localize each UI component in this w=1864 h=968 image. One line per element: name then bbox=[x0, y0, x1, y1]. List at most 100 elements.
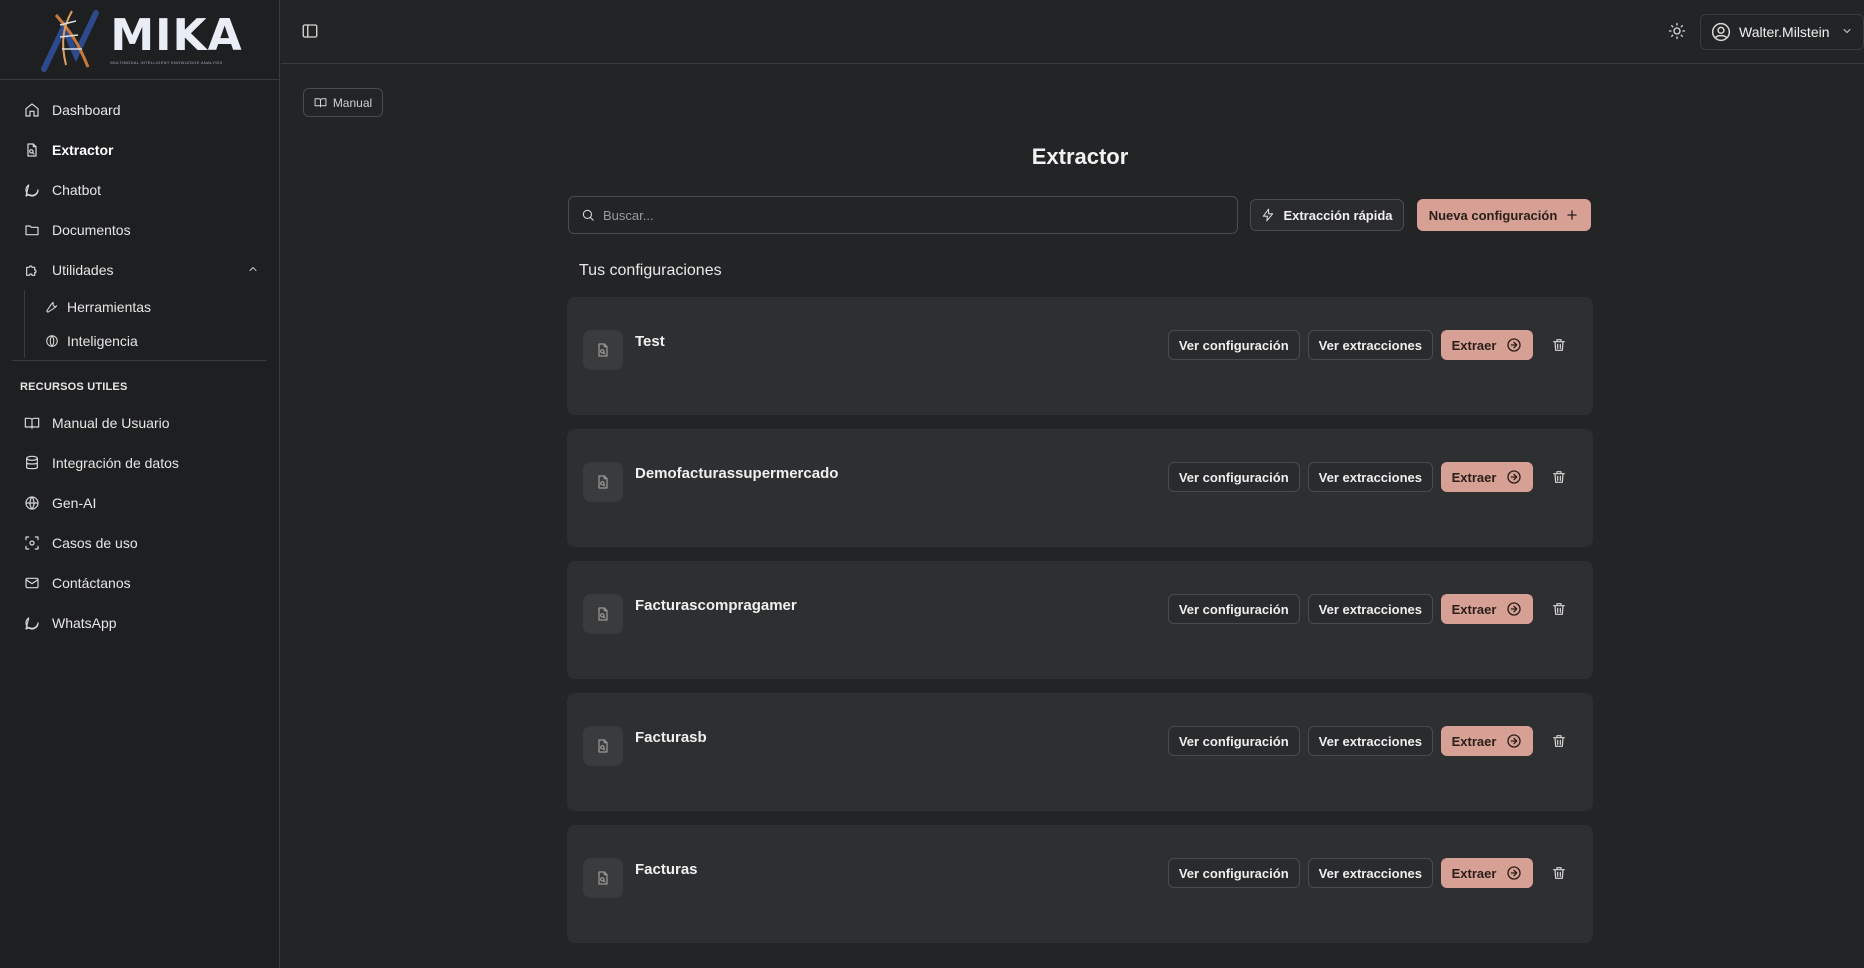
chevron-down-icon bbox=[1841, 24, 1853, 40]
manual-button[interactable]: Manual bbox=[303, 88, 383, 117]
whatsapp-icon bbox=[24, 615, 40, 631]
sidebar-item-manual-de-usuario[interactable]: Manual de Usuario bbox=[0, 403, 279, 443]
configs-section-title: Tus configuraciones bbox=[579, 262, 722, 279]
extract-button[interactable]: Extraer bbox=[1441, 462, 1533, 492]
sidebar-item-dashboard[interactable]: Dashboard bbox=[0, 90, 279, 130]
sidebar-item-documentos[interactable]: Documentos bbox=[0, 210, 279, 250]
file-icon bbox=[583, 726, 623, 766]
sidebar-item-whatsapp[interactable]: WhatsApp bbox=[0, 603, 279, 643]
extract-label: Extraer bbox=[1451, 337, 1497, 353]
config-card: Facturascompragamer Ver configuración Ve… bbox=[567, 561, 1593, 679]
trash-icon bbox=[1553, 339, 1565, 351]
view-config-button[interactable]: Ver configuración bbox=[1167, 858, 1300, 888]
sidebar-item-inteligencia[interactable]: Inteligencia bbox=[45, 324, 279, 358]
config-list: Test Ver configuración Ver extracciones … bbox=[567, 297, 1593, 957]
config-name: Facturascompragamer bbox=[635, 597, 797, 614]
manual-label: Manual bbox=[332, 95, 373, 110]
arrow-right-circle-icon bbox=[1507, 734, 1522, 748]
sidebar-nav: Dashboard Extractor Chatbot Documentos U… bbox=[0, 80, 279, 643]
page-title: Extractor bbox=[1031, 144, 1129, 169]
sidebar-item-label: Documentos bbox=[52, 222, 131, 238]
sidebar-item-contactanos[interactable]: Contáctanos bbox=[0, 563, 279, 603]
globe-icon bbox=[45, 334, 59, 348]
view-config-button[interactable]: Ver configuración bbox=[1167, 594, 1300, 624]
search-input[interactable] bbox=[603, 207, 1203, 223]
sidebar-item-label: Contáctanos bbox=[52, 575, 131, 591]
config-name: Test bbox=[635, 333, 665, 350]
sidebar-item-label: Herramientas bbox=[67, 299, 152, 315]
config-actions: Ver configuración Ver extracciones Extra… bbox=[1167, 462, 1571, 492]
sidebar-item-label: Casos de uso bbox=[52, 535, 138, 551]
delete-button[interactable] bbox=[1547, 597, 1571, 621]
view-config-button[interactable]: Ver configuración bbox=[1167, 726, 1300, 756]
user-menu-button[interactable]: Walter.Milstein bbox=[1700, 14, 1864, 50]
plus-icon bbox=[1567, 210, 1578, 220]
extract-label: Extraer bbox=[1451, 469, 1497, 485]
config-actions: Ver configuración Ver extracciones Extra… bbox=[1167, 858, 1571, 888]
sidebar-item-chatbot[interactable]: Chatbot bbox=[0, 170, 279, 210]
file-icon bbox=[583, 330, 623, 370]
book-open-icon bbox=[314, 98, 327, 108]
chevron-up-icon[interactable] bbox=[247, 262, 259, 278]
delete-button[interactable] bbox=[1547, 861, 1571, 885]
sidebar-item-label: Dashboard bbox=[52, 102, 121, 118]
logo-text: MIKA bbox=[110, 10, 243, 61]
folder-icon bbox=[24, 222, 40, 238]
delete-button[interactable] bbox=[1547, 465, 1571, 489]
sidebar-item-label: Manual de Usuario bbox=[52, 415, 170, 431]
home-icon bbox=[24, 102, 40, 118]
sidebar-item-extractor[interactable]: Extractor bbox=[0, 130, 279, 170]
quick-extract-button[interactable]: Extracción rápida bbox=[1250, 199, 1404, 231]
view-extractions-button[interactable]: Ver extracciones bbox=[1307, 594, 1433, 624]
trash-icon bbox=[1553, 735, 1565, 747]
lightning-icon bbox=[1263, 208, 1274, 222]
new-config-button[interactable]: Nueva configuración bbox=[1417, 199, 1591, 231]
sidebar-item-casos-de-uso[interactable]: Casos de uso bbox=[0, 523, 279, 563]
sidebar: MIKA MULTIMODAL INTELLIGENT KNOWLEDGE AN… bbox=[0, 0, 280, 968]
view-extractions-button[interactable]: Ver extracciones bbox=[1307, 462, 1433, 492]
sidebar-item-label: Utilidades bbox=[52, 262, 114, 278]
config-name: Facturasb bbox=[635, 729, 707, 746]
delete-button[interactable] bbox=[1547, 333, 1571, 357]
view-config-button[interactable]: Ver configuración bbox=[1167, 330, 1300, 360]
view-extractions-button[interactable]: Ver extracciones bbox=[1307, 330, 1433, 360]
trash-icon bbox=[1553, 867, 1565, 879]
extract-button[interactable]: Extraer bbox=[1441, 858, 1533, 888]
search-box bbox=[568, 196, 1238, 234]
extract-label: Extraer bbox=[1451, 733, 1497, 749]
new-config-label: Nueva configuración bbox=[1428, 207, 1558, 223]
view-extractions-button[interactable]: Ver extracciones bbox=[1307, 858, 1433, 888]
logo[interactable]: MIKA MULTIMODAL INTELLIGENT KNOWLEDGE AN… bbox=[36, 7, 242, 73]
topbar: Walter.Milstein bbox=[281, 0, 1864, 64]
extract-button[interactable]: Extraer bbox=[1441, 330, 1533, 360]
sidebar-item-utilidades[interactable]: Utilidades bbox=[0, 250, 279, 290]
sun-icon bbox=[1668, 22, 1686, 40]
sidebar-item-herramientas[interactable]: Herramientas bbox=[45, 290, 279, 324]
mail-icon bbox=[24, 575, 40, 591]
logo-subtitle: MULTIMODAL INTELLIGENT KNOWLEDGE ANALYSI… bbox=[110, 60, 223, 65]
extract-label: Extraer bbox=[1451, 601, 1497, 617]
logo-area: MIKA MULTIMODAL INTELLIGENT KNOWLEDGE AN… bbox=[0, 0, 279, 80]
sidebar-item-integracion-de-datos[interactable]: Integración de datos bbox=[0, 443, 279, 483]
view-extractions-button[interactable]: Ver extracciones bbox=[1307, 726, 1433, 756]
sidebar-item-label: Integración de datos bbox=[52, 455, 179, 471]
sidebar-item-gen-ai[interactable]: Gen-AI bbox=[0, 483, 279, 523]
trash-icon bbox=[1553, 471, 1565, 483]
database-icon bbox=[24, 455, 40, 471]
sidebar-item-label: Inteligencia bbox=[67, 333, 138, 349]
sidebar-toggle-button[interactable] bbox=[301, 22, 321, 42]
extract-button[interactable]: Extraer bbox=[1441, 726, 1533, 756]
puzzle-icon bbox=[24, 262, 40, 278]
view-config-button[interactable]: Ver configuración bbox=[1167, 462, 1300, 492]
dna-logo-icon bbox=[41, 9, 100, 72]
extract-button[interactable]: Extraer bbox=[1441, 594, 1533, 624]
sidebar-item-label: Chatbot bbox=[52, 182, 102, 198]
trash-icon bbox=[1553, 603, 1565, 615]
config-actions: Ver configuración Ver extracciones Extra… bbox=[1167, 726, 1571, 756]
scan-icon bbox=[24, 535, 40, 551]
delete-button[interactable] bbox=[1547, 729, 1571, 753]
sidebar-item-label: Extractor bbox=[52, 142, 114, 158]
theme-toggle-button[interactable] bbox=[1668, 22, 1688, 42]
config-name: Facturas bbox=[635, 861, 698, 878]
book-open-icon bbox=[24, 415, 40, 431]
